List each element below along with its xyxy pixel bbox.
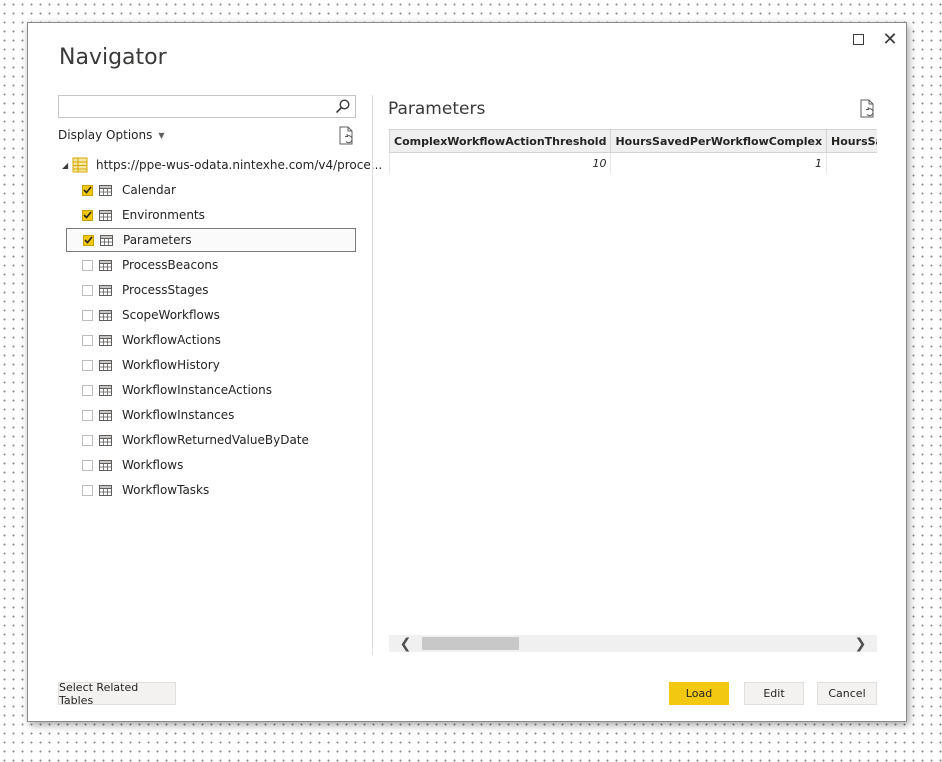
tree-item-label: ProcessStages: [122, 283, 209, 297]
display-options-dropdown[interactable]: Display Options ▼: [58, 128, 165, 142]
tree-item[interactable]: WorkflowReturnedValueByDate: [66, 428, 356, 452]
scroll-right-icon[interactable]: ❯: [852, 635, 869, 652]
tree-item[interactable]: WorkflowHistory: [66, 353, 356, 377]
tree-item-label: ProcessBeacons: [122, 258, 219, 272]
table-cell[interactable]: [826, 152, 877, 173]
table-icon: [99, 184, 112, 196]
table-cell[interactable]: 1: [610, 152, 828, 173]
table-icon: [99, 459, 112, 471]
scroll-left-icon[interactable]: ❮: [397, 635, 414, 652]
checkbox-unchecked[interactable]: [82, 284, 93, 296]
tree-item-label: WorkflowInstances: [122, 408, 235, 422]
tree-item[interactable]: ProcessStages: [66, 278, 356, 302]
table-icon: [99, 259, 112, 271]
display-options-label: Display Options: [58, 128, 153, 142]
table-icon: [99, 484, 112, 496]
table-row: 10 1: [389, 152, 877, 173]
table-icon: [100, 234, 113, 246]
refresh-icon[interactable]: [338, 126, 356, 146]
checkbox-checked[interactable]: [82, 184, 93, 196]
scrollbar-thumb[interactable]: [422, 637, 519, 650]
dialog-title: Navigator: [59, 45, 167, 70]
maximize-icon: [852, 33, 864, 45]
checkbox-unchecked[interactable]: [82, 309, 93, 321]
tree-item[interactable]: WorkflowTasks: [66, 478, 356, 502]
tree-item[interactable]: ProcessBeacons: [66, 253, 356, 277]
column-header[interactable]: HoursSavedPerWorkflo: [826, 129, 877, 153]
tree-item-label: WorkflowTasks: [122, 483, 210, 497]
checkbox-unchecked[interactable]: [82, 334, 93, 346]
table-icon: [99, 409, 112, 421]
navigator-dialog: Navigator ✕ Display Options ▼ ◢ https://…: [27, 22, 907, 722]
checkbox-checked[interactable]: [82, 209, 93, 221]
tree-item[interactable]: Parameters: [66, 228, 356, 252]
checkbox-unchecked[interactable]: [82, 359, 93, 371]
table-icon: [99, 309, 112, 321]
checkmark-icon: [84, 236, 93, 244]
table-icon: [99, 384, 112, 396]
tree-item-label: ScopeWorkflows: [122, 308, 220, 322]
tree-root-node[interactable]: ◢ https://ppe-wus-odata.nintexhe.com/v4/…: [62, 153, 382, 177]
checkbox-unchecked[interactable]: [82, 484, 93, 496]
close-button[interactable]: ✕: [880, 28, 900, 50]
database-icon: [72, 157, 88, 173]
panel-divider: [372, 95, 373, 655]
tree-item-label: WorkflowActions: [122, 333, 221, 347]
search-icon[interactable]: [335, 98, 351, 114]
table-icon: [99, 334, 112, 346]
checkmark-icon: [83, 211, 92, 219]
tree-item-label: Parameters: [123, 233, 192, 247]
preview-title: Parameters: [388, 99, 486, 119]
tree-item[interactable]: ScopeWorkflows: [66, 303, 356, 327]
maximize-button[interactable]: [848, 29, 868, 49]
tree-item-label: Calendar: [122, 183, 176, 197]
tree-item-label: Workflows: [122, 458, 184, 472]
tree-item[interactable]: WorkflowInstances: [66, 403, 356, 427]
checkbox-unchecked[interactable]: [82, 434, 93, 446]
tree-item-label: Environments: [122, 208, 205, 222]
preview-table-container[interactable]: ComplexWorkflowActionThreshold HoursSaved…: [389, 129, 877, 173]
tree-item-label: WorkflowInstanceActions: [122, 383, 272, 397]
table-icon: [99, 359, 112, 371]
tree-item-label: WorkflowReturnedValueByDate: [122, 433, 309, 447]
tree-item-label: WorkflowHistory: [122, 358, 220, 372]
horizontal-scrollbar[interactable]: ❮ ❯: [389, 635, 877, 652]
refresh-preview-icon[interactable]: [859, 99, 877, 119]
table-icon: [99, 284, 112, 296]
preview-table: ComplexWorkflowActionThreshold HoursSaved…: [389, 129, 877, 173]
tree-item[interactable]: Workflows: [66, 453, 356, 477]
search-input[interactable]: [59, 96, 341, 117]
column-header[interactable]: ComplexWorkflowActionThreshold: [389, 129, 612, 153]
tree-item[interactable]: WorkflowInstanceActions: [66, 378, 356, 402]
table-icon: [99, 434, 112, 446]
checkbox-unchecked[interactable]: [82, 409, 93, 421]
collapse-arrow-icon[interactable]: ◢: [62, 161, 72, 170]
checkbox-unchecked[interactable]: [82, 259, 93, 271]
checkbox-checked[interactable]: [83, 234, 94, 246]
tree-item[interactable]: Calendar: [66, 178, 356, 202]
tree-item[interactable]: Environments: [66, 203, 356, 227]
table-cell[interactable]: 10: [389, 152, 612, 173]
cancel-button[interactable]: Cancel: [817, 682, 877, 705]
table-icon: [99, 209, 112, 221]
column-header[interactable]: HoursSavedPerWorkflowComplex: [610, 129, 828, 153]
load-button[interactable]: Load: [669, 682, 729, 705]
search-box: [58, 95, 356, 118]
edit-button[interactable]: Edit: [744, 682, 804, 705]
checkmark-icon: [83, 186, 92, 194]
tree-item[interactable]: WorkflowActions: [66, 328, 356, 352]
tree-root-label: https://ppe-wus-odata.nintexhe.com/v4/pr…: [96, 158, 383, 172]
chevron-down-icon: ▼: [158, 130, 165, 140]
close-icon: ✕: [882, 28, 898, 50]
select-related-tables-button[interactable]: Select Related Tables: [58, 681, 176, 707]
checkbox-unchecked[interactable]: [82, 459, 93, 471]
checkbox-unchecked[interactable]: [82, 384, 93, 396]
